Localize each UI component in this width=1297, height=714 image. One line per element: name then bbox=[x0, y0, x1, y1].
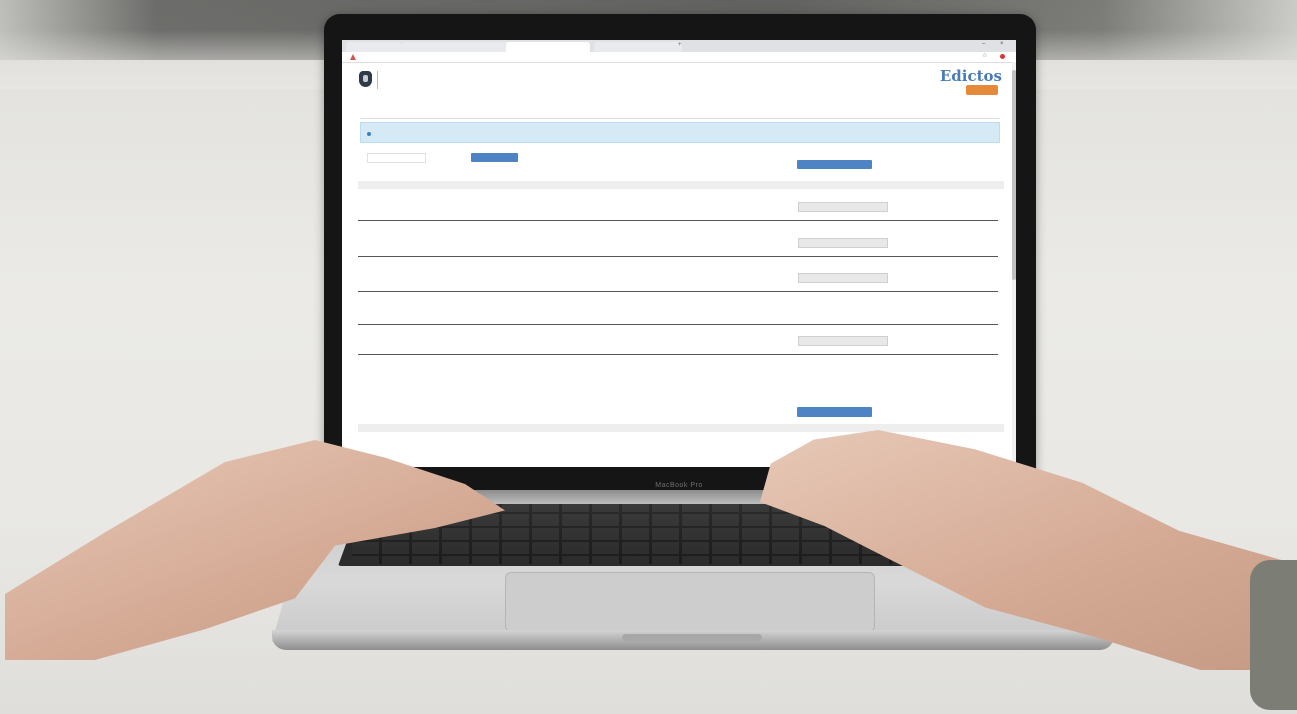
bookmark-star-icon[interactable]: ☆ bbox=[982, 51, 987, 61]
sleeve bbox=[1250, 560, 1297, 710]
browser-tab-active[interactable] bbox=[506, 42, 590, 52]
header-divider bbox=[377, 71, 378, 89]
table-row bbox=[358, 261, 998, 292]
table-row bbox=[358, 226, 998, 257]
row-download-button[interactable] bbox=[798, 202, 888, 212]
scrollbar-thumb[interactable] bbox=[1012, 70, 1016, 280]
title-divider bbox=[360, 118, 1000, 119]
info-icon bbox=[367, 131, 371, 136]
address-bar[interactable]: ☆ bbox=[342, 52, 1016, 63]
row-download-button[interactable] bbox=[798, 238, 888, 248]
table-row bbox=[358, 354, 998, 384]
browser-tab[interactable] bbox=[402, 42, 510, 52]
filter-input[interactable] bbox=[367, 153, 426, 163]
new-tab-icon[interactable]: + bbox=[678, 42, 682, 48]
row-download-button[interactable] bbox=[798, 336, 888, 346]
close-icon[interactable]: × bbox=[1000, 41, 1004, 47]
info-alert bbox=[360, 122, 1000, 143]
trackpad bbox=[505, 572, 875, 632]
browser-tab-bar: + – × bbox=[342, 40, 1016, 52]
court-crest-detail bbox=[363, 75, 368, 82]
row-download-button[interactable] bbox=[798, 273, 888, 283]
section-print-button[interactable] bbox=[797, 160, 872, 169]
laptop-screen: + – × ☆ Edictos bbox=[342, 40, 1016, 467]
browser-tab[interactable] bbox=[346, 42, 402, 52]
laptop-notch bbox=[622, 634, 762, 641]
section-header bbox=[358, 181, 1004, 189]
brand-logo[interactable]: Edictos bbox=[940, 67, 1002, 85]
table-row bbox=[358, 294, 998, 325]
site-header: Edictos bbox=[342, 63, 1016, 101]
section-header bbox=[358, 424, 1004, 432]
table-row bbox=[358, 324, 998, 355]
warning-icon bbox=[350, 54, 356, 60]
section-print-button[interactable] bbox=[797, 407, 872, 417]
laptop-model-label: MacBook Pro bbox=[655, 482, 703, 489]
table-row bbox=[358, 190, 998, 221]
minimize-icon[interactable]: – bbox=[982, 41, 985, 47]
profile-icon[interactable] bbox=[1000, 54, 1005, 59]
brand-button[interactable] bbox=[966, 85, 998, 95]
filter-button[interactable] bbox=[471, 153, 518, 162]
browser-tab[interactable] bbox=[594, 42, 682, 52]
